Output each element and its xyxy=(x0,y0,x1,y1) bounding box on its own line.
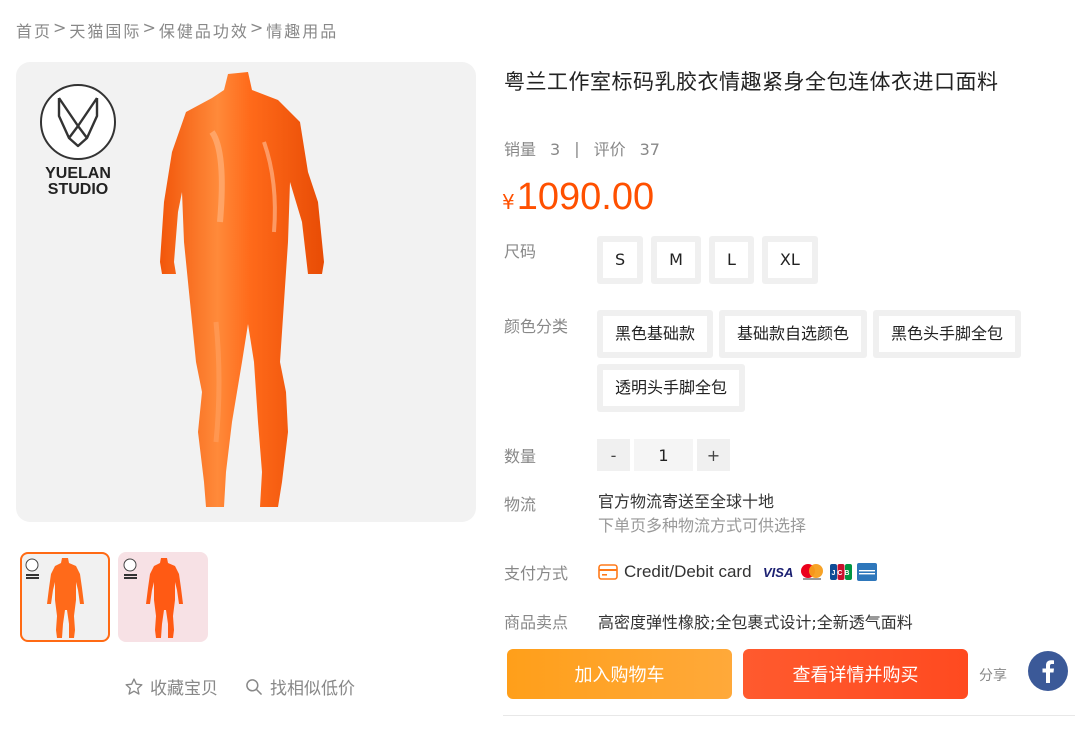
size-option-m[interactable]: M xyxy=(651,236,701,284)
product-price: ¥ 1090.00 xyxy=(502,176,654,219)
find-similar-button[interactable]: 找相似低价 xyxy=(244,674,355,699)
visa-icon: VISA xyxy=(763,565,793,579)
size-option-xl[interactable]: XL xyxy=(761,236,818,284)
breadcrumb-separator: > xyxy=(142,18,158,37)
svg-text:J C B: J C B xyxy=(831,570,849,577)
color-options: 黑色基础款 基础款自选颜色 黑色头手脚全包 透明头手脚全包 xyxy=(597,310,1077,412)
stats-divider: | xyxy=(574,138,580,158)
favorite-button[interactable]: 收藏宝贝 xyxy=(124,674,218,699)
logistics-line-2: 下单页多种物流方式可供选择 xyxy=(598,516,807,535)
breadcrumb-separator: > xyxy=(249,18,266,37)
logistics-label: 物流 xyxy=(504,495,537,514)
color-option-transparent-full-cover[interactable]: 透明头手脚全包 xyxy=(597,364,746,412)
gallery-actions: 收藏宝贝 找相似低价 xyxy=(124,674,355,699)
product-stats: 销量 3 | 评价 37 xyxy=(504,136,660,160)
product-photo-catsuit xyxy=(160,72,324,507)
payment-method-text: Credit/Debit card xyxy=(624,562,752,581)
american-express-icon xyxy=(856,563,877,581)
quantity-decrease-button[interactable]: - xyxy=(597,439,630,471)
share-label: 分享 xyxy=(979,668,1007,684)
thumbnail-1[interactable] xyxy=(20,552,110,642)
quantity-stepper: - 1 + xyxy=(597,439,730,471)
facebook-share-button[interactable] xyxy=(1028,651,1068,691)
buy-now-button[interactable]: 查看详情并购买 xyxy=(743,649,968,699)
mastercard-icon xyxy=(800,564,823,580)
breadcrumb: 首页 > 天猫国际 > 保健品功效 > 情趣用品 xyxy=(16,18,338,42)
breadcrumb-adult-products[interactable]: 情趣用品 xyxy=(266,18,338,42)
color-option-custom-color[interactable]: 基础款自选颜色 xyxy=(719,310,868,358)
favorite-label: 收藏宝贝 xyxy=(150,679,218,699)
quantity-label: 数量 xyxy=(504,447,537,466)
card-brand-icons: VISA J C B xyxy=(762,563,877,581)
breadcrumb-home[interactable]: 首页 xyxy=(16,18,52,42)
color-option-black-full-cover[interactable]: 黑色头手脚全包 xyxy=(873,310,1022,358)
facebook-icon xyxy=(1042,660,1054,683)
quantity-input[interactable]: 1 xyxy=(634,439,693,471)
payment-methods: Credit/Debit card VISA J C B xyxy=(598,562,877,582)
reviews-count: 37 xyxy=(639,140,660,159)
size-option-s[interactable]: S xyxy=(597,236,644,284)
sales-stat: 销量 3 xyxy=(504,140,561,159)
color-option-black-basic[interactable]: 黑色基础款 xyxy=(597,310,714,358)
star-icon xyxy=(125,677,143,695)
selling-points-label: 商品卖点 xyxy=(504,613,569,632)
product-title: 粤兰工作室标码乳胶衣情趣紧身全包连体衣进口面料 xyxy=(504,70,999,94)
price-amount: 1090.00 xyxy=(516,176,655,218)
size-option-l[interactable]: L xyxy=(708,236,754,284)
main-product-image[interactable]: YUELAN STUDIO xyxy=(16,62,476,522)
sales-count: 3 xyxy=(550,140,561,159)
find-similar-label: 找相似低价 xyxy=(270,679,355,699)
payment-label: 支付方式 xyxy=(504,564,569,583)
reviews-stat[interactable]: 评价 37 xyxy=(594,136,660,160)
add-to-cart-button[interactable]: 加入购物车 xyxy=(507,649,732,699)
search-icon xyxy=(246,678,262,695)
svg-text:VISA: VISA xyxy=(763,565,793,579)
jcb-icon: J C B xyxy=(829,564,852,580)
size-label: 尺码 xyxy=(504,242,537,261)
thumbnail-2[interactable] xyxy=(118,552,208,642)
breadcrumb-health-products[interactable]: 保健品功效 xyxy=(159,18,249,42)
logistics-line-1: 官方物流寄送至全球十地 xyxy=(598,492,775,511)
breadcrumb-separator: > xyxy=(53,18,69,37)
color-label: 颜色分类 xyxy=(504,317,569,336)
size-options: S M L XL xyxy=(597,236,818,284)
thumbnail-strip xyxy=(20,552,208,642)
credit-card-icon xyxy=(598,564,618,580)
divider xyxy=(503,715,1075,716)
breadcrumb-tmall-global[interactable]: 天猫国际 xyxy=(69,18,141,42)
currency-symbol: ¥ xyxy=(502,190,515,214)
quantity-increase-button[interactable]: + xyxy=(697,439,730,471)
selling-points-text: 高密度弹性橡胶;全包裹式设计;全新透气面料 xyxy=(598,613,913,632)
logistics-info: 官方物流寄送至全球十地 下单页多种物流方式可供选择 xyxy=(598,490,806,538)
